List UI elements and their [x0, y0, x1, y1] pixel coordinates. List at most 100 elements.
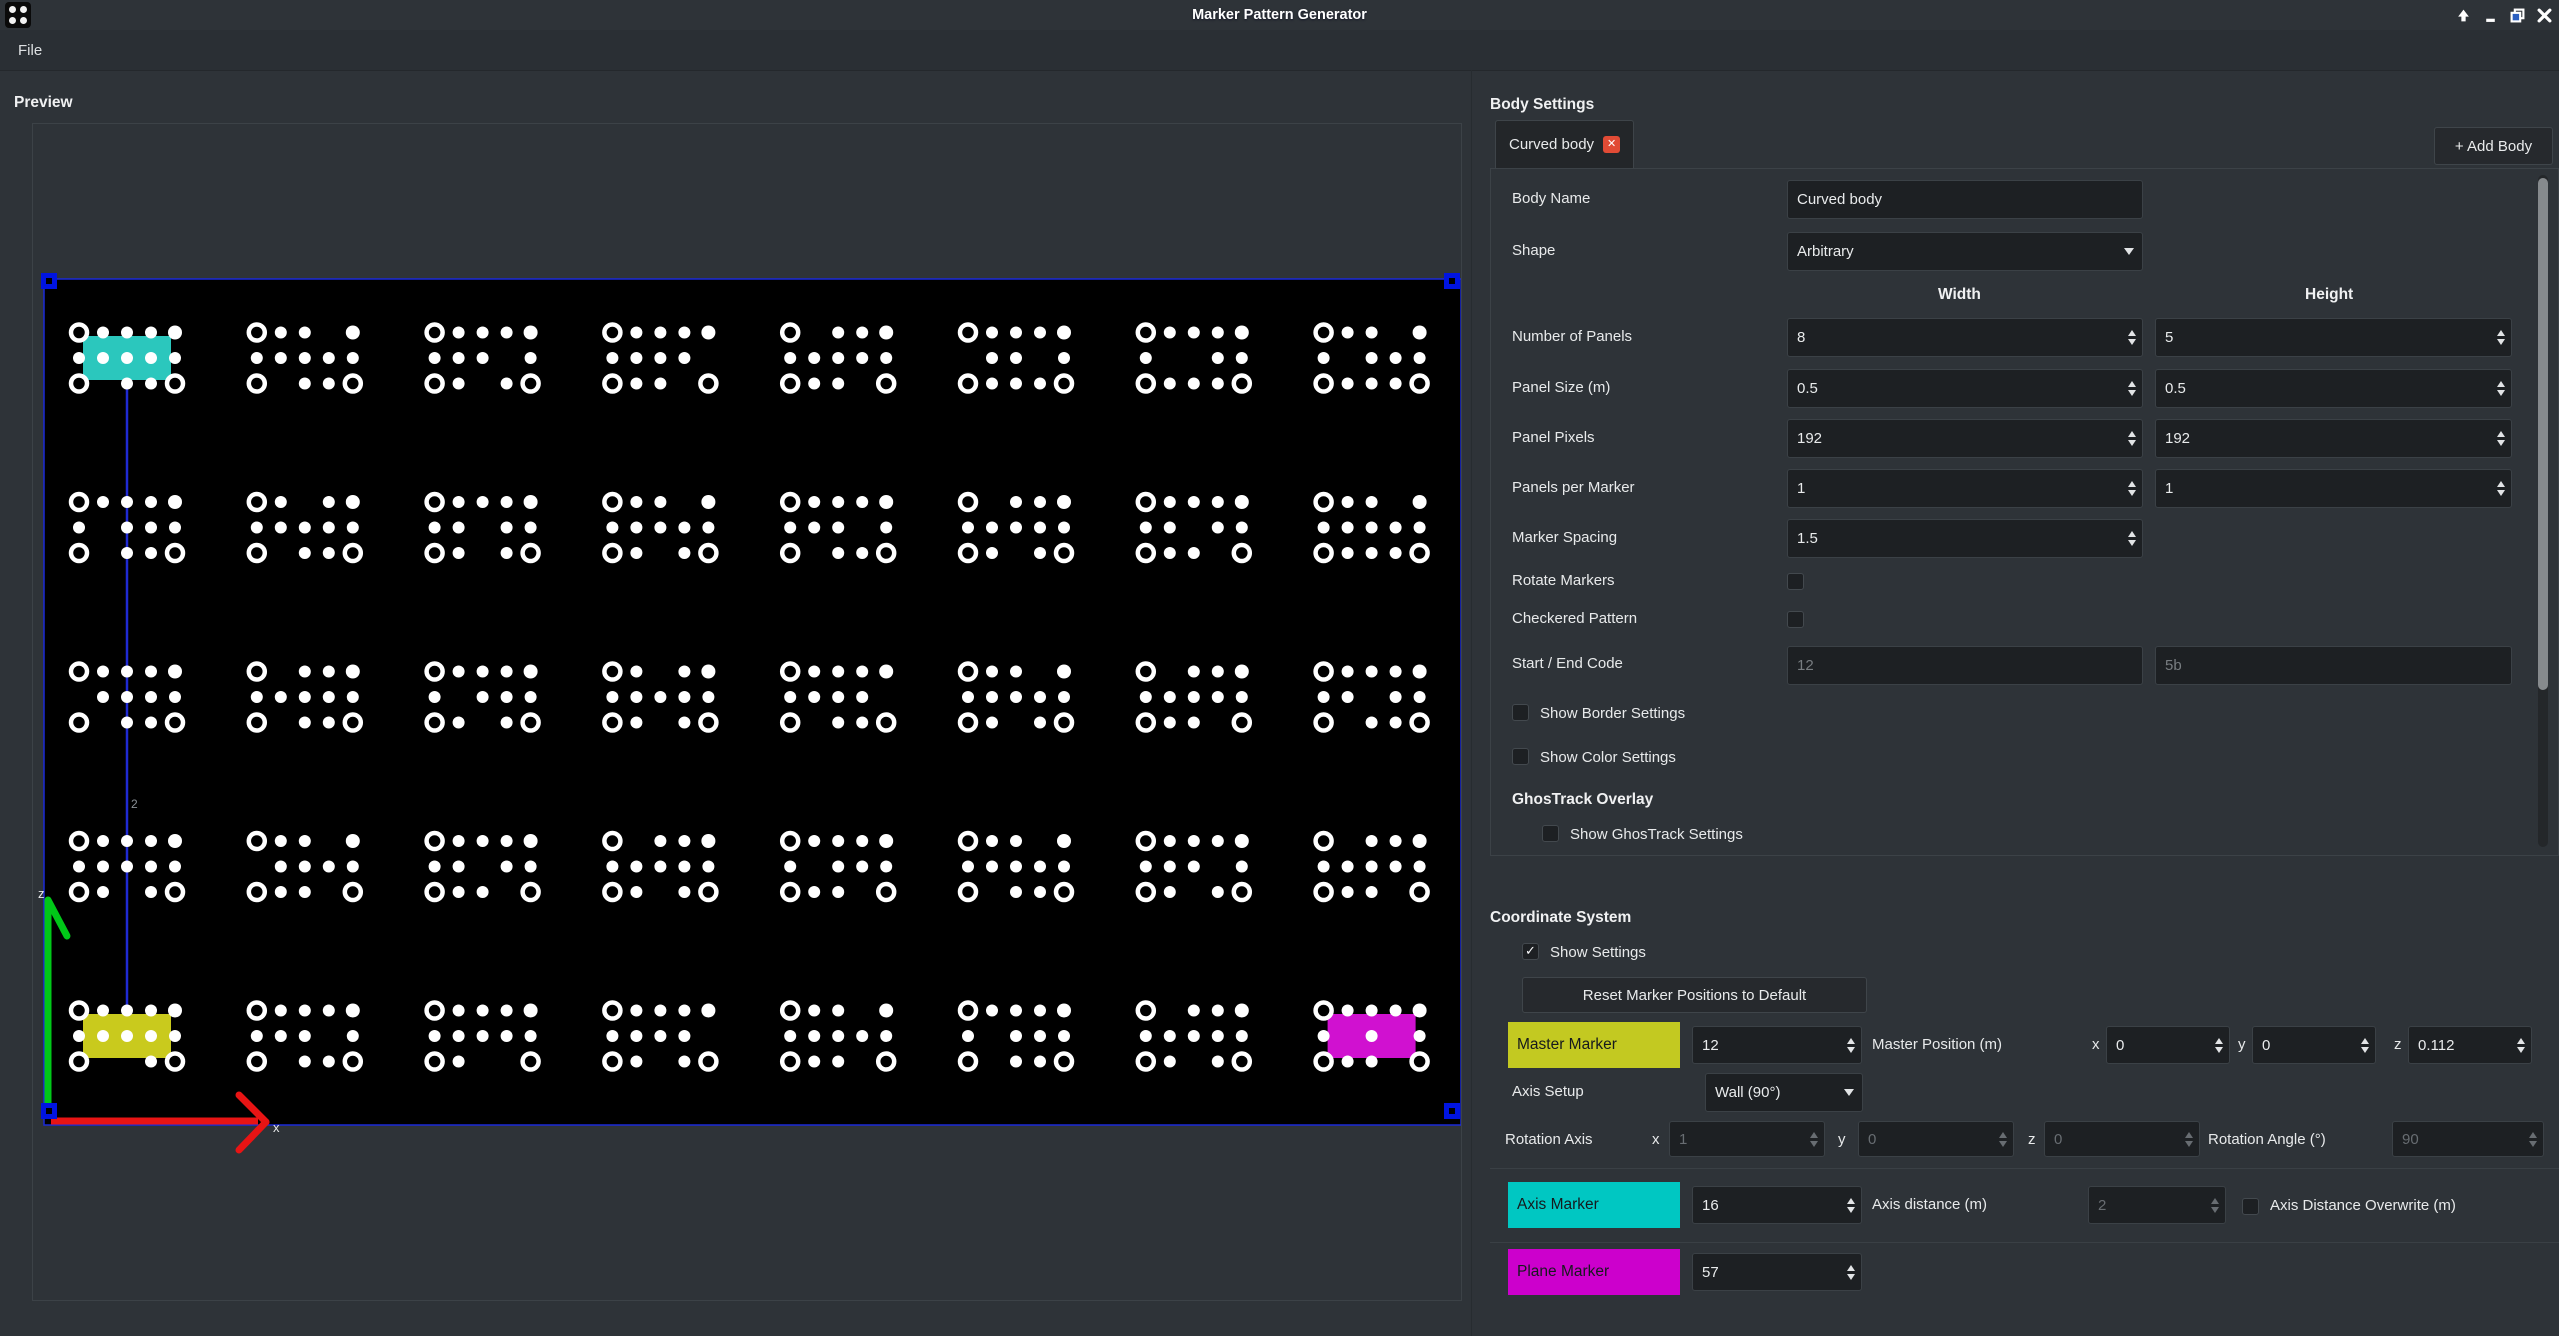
rotation-angle-spinbox[interactable]: 90: [2392, 1121, 2544, 1157]
rotation-y-spinbox[interactable]: 0: [1858, 1121, 2014, 1157]
spinner-arrows[interactable]: [2354, 1027, 2375, 1063]
spinner-up-icon[interactable]: [2497, 381, 2505, 387]
spinner-arrows[interactable]: [1840, 1187, 1861, 1223]
axis-distance-spinbox[interactable]: 2: [2088, 1186, 2226, 1224]
tab-curved-body[interactable]: Curved body ✕: [1495, 120, 1634, 168]
spinner-up-icon[interactable]: [2211, 1198, 2219, 1204]
spinner-down-icon[interactable]: [2128, 440, 2136, 446]
checkered-pattern-checkbox[interactable]: [1787, 611, 1804, 628]
spinner-up-icon[interactable]: [2361, 1038, 2369, 1044]
panel-splitter[interactable]: [1471, 70, 1472, 1336]
spinner-arrows[interactable]: [1992, 1122, 2013, 1156]
spinner-down-icon[interactable]: [2128, 490, 2136, 496]
master-z-spinbox[interactable]: 0.112: [2408, 1026, 2532, 1064]
spinner-arrows[interactable]: [2490, 420, 2511, 457]
spinner-down-icon[interactable]: [2497, 440, 2505, 446]
spinner-arrows[interactable]: [1803, 1122, 1824, 1156]
panel-pixels-height-spinbox[interactable]: 192: [2155, 419, 2512, 458]
spinner-down-icon[interactable]: [2211, 1207, 2219, 1213]
show-border-settings-checkbox[interactable]: [1512, 704, 1529, 721]
spinner-up-icon[interactable]: [2128, 330, 2136, 336]
spinner-up-icon[interactable]: [2497, 431, 2505, 437]
spinner-arrows[interactable]: [2121, 420, 2142, 457]
spinner-up-icon[interactable]: [2128, 431, 2136, 437]
spinner-down-icon[interactable]: [2128, 339, 2136, 345]
spinner-up-icon[interactable]: [1810, 1132, 1818, 1138]
spinner-up-icon[interactable]: [2128, 481, 2136, 487]
master-y-spinbox[interactable]: 0: [2252, 1026, 2376, 1064]
panel-size-height-spinbox[interactable]: 0.5: [2155, 369, 2512, 408]
show-ghostrack-settings-checkbox[interactable]: [1542, 825, 1559, 842]
spinner-arrows[interactable]: [2510, 1027, 2531, 1063]
spinner-up-icon[interactable]: [1847, 1198, 1855, 1204]
spinner-down-icon[interactable]: [2215, 1047, 2223, 1053]
spinner-down-icon[interactable]: [1847, 1274, 1855, 1280]
marker-preview-canvas[interactable]: 2zx: [33, 124, 1461, 1300]
spinner-arrows[interactable]: [2490, 319, 2511, 356]
spinner-down-icon[interactable]: [1847, 1207, 1855, 1213]
minimize-icon[interactable]: [2481, 6, 2499, 24]
master-marker-id-spinbox[interactable]: 12: [1692, 1026, 1862, 1064]
spinner-down-icon[interactable]: [2128, 390, 2136, 396]
axis-marker-id-spinbox[interactable]: 16: [1692, 1186, 1862, 1224]
add-body-button[interactable]: + Add Body: [2434, 127, 2553, 165]
spinner-up-icon[interactable]: [1847, 1265, 1855, 1271]
spinner-arrows[interactable]: [2121, 470, 2142, 507]
close-tab-icon[interactable]: ✕: [1603, 136, 1620, 153]
spinner-up-icon[interactable]: [2497, 330, 2505, 336]
rotate-markers-checkbox[interactable]: [1787, 573, 1804, 590]
spinner-up-icon[interactable]: [2529, 1132, 2537, 1138]
title-bar[interactable]: Marker Pattern Generator: [0, 0, 2559, 30]
spinner-arrows[interactable]: [2121, 319, 2142, 356]
spinner-down-icon[interactable]: [2497, 490, 2505, 496]
spinner-up-icon[interactable]: [2185, 1132, 2193, 1138]
close-icon[interactable]: [2535, 6, 2553, 24]
spinner-down-icon[interactable]: [2517, 1047, 2525, 1053]
spinner-arrows[interactable]: [2490, 370, 2511, 407]
spinner-down-icon[interactable]: [2361, 1047, 2369, 1053]
spinner-down-icon[interactable]: [1810, 1141, 1818, 1147]
axis-setup-dropdown[interactable]: Wall (90°): [1705, 1073, 1863, 1112]
body-name-input[interactable]: Curved body: [1787, 180, 2143, 219]
master-x-spinbox[interactable]: 0: [2106, 1026, 2230, 1064]
spinner-arrows[interactable]: [1840, 1027, 1861, 1063]
spinner-down-icon[interactable]: [2185, 1141, 2193, 1147]
spinner-up-icon[interactable]: [1847, 1038, 1855, 1044]
spinner-up-icon[interactable]: [2497, 481, 2505, 487]
spinner-arrows[interactable]: [1840, 1254, 1861, 1290]
maximize-icon[interactable]: [2508, 6, 2526, 24]
rotation-x-spinbox[interactable]: 1: [1669, 1121, 1825, 1157]
shade-window-icon[interactable]: [2454, 6, 2472, 24]
spinner-arrows[interactable]: [2121, 520, 2142, 557]
shape-dropdown[interactable]: Arbitrary: [1787, 232, 2143, 271]
spinner-arrows[interactable]: [2204, 1187, 2225, 1223]
spinner-down-icon[interactable]: [1999, 1141, 2007, 1147]
spinner-arrows[interactable]: [2490, 470, 2511, 507]
marker-spacing-spinbox[interactable]: 1.5: [1787, 519, 2143, 558]
panels-per-marker-height-spinbox[interactable]: 1: [2155, 469, 2512, 508]
spinner-down-icon[interactable]: [2497, 390, 2505, 396]
spinner-down-icon[interactable]: [2529, 1141, 2537, 1147]
spinner-down-icon[interactable]: [2128, 540, 2136, 546]
rotation-z-spinbox[interactable]: 0: [2044, 1121, 2200, 1157]
spinner-up-icon[interactable]: [2128, 381, 2136, 387]
number-of-panels-width-spinbox[interactable]: 8: [1787, 318, 2143, 357]
scrollbar-thumb[interactable]: [2538, 178, 2548, 690]
show-settings-checkbox[interactable]: [1522, 943, 1539, 960]
spinner-arrows[interactable]: [2121, 370, 2142, 407]
spinner-down-icon[interactable]: [2497, 339, 2505, 345]
spinner-up-icon[interactable]: [2128, 531, 2136, 537]
number-of-panels-height-spinbox[interactable]: 5: [2155, 318, 2512, 357]
axis-distance-overwrite-checkbox[interactable]: [2242, 1198, 2259, 1215]
spinner-up-icon[interactable]: [1999, 1132, 2007, 1138]
spinner-up-icon[interactable]: [2517, 1038, 2525, 1044]
reset-marker-positions-button[interactable]: Reset Marker Positions to Default: [1522, 977, 1867, 1013]
panel-size-width-spinbox[interactable]: 0.5: [1787, 369, 2143, 408]
spinner-arrows[interactable]: [2178, 1122, 2199, 1156]
start-code-input[interactable]: 12: [1787, 646, 2143, 685]
end-code-input[interactable]: 5b: [2155, 646, 2512, 685]
panels-per-marker-width-spinbox[interactable]: 1: [1787, 469, 2143, 508]
show-color-settings-checkbox[interactable]: [1512, 748, 1529, 765]
spinner-arrows[interactable]: [2208, 1027, 2229, 1063]
body-settings-scrollbar[interactable]: [2538, 175, 2548, 847]
